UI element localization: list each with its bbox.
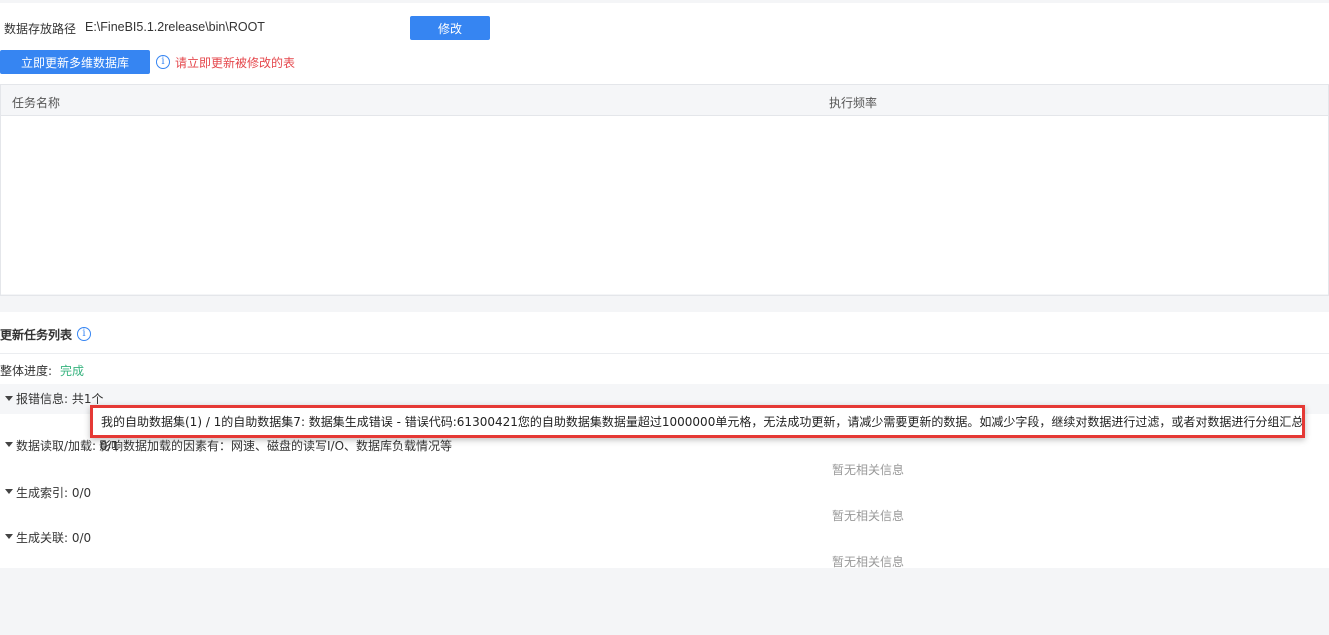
relation-section-label[interactable]: 生成关联: 0/0 [16,529,91,546]
update-cube-button[interactable]: 立即更新多维数据库 [0,50,150,74]
task-table: 任务名称 执行频率 [0,84,1329,296]
caret-down-icon[interactable] [5,442,13,447]
caret-down-icon[interactable] [5,396,13,401]
divider [0,353,1329,354]
task-list-title: 更新任务列表 [0,328,73,342]
update-hint: 请立即更新被修改的表 [175,56,296,70]
read-section-description: 影响数据加载的因素有：网速、磁盘的读写I/O、数据库负载情况等 [99,439,453,453]
column-header-task-name: 任务名称 [12,96,61,110]
info-icon[interactable]: i [77,327,91,341]
modify-button[interactable]: 修改 [410,16,490,40]
progress-status: 完成 [60,364,85,378]
error-tooltip: 我的自助数据集(1) / 1的自助数据集7: 数据集生成错误 - 错误代码:61… [90,405,1305,438]
config-panel: 数据存放路径 E:\FineBI5.1.2release\bin\ROOT 修改… [0,3,1329,296]
error-tooltip-text: 我的自助数据集(1) / 1的自助数据集7: 数据集生成错误 - 错误代码:61… [101,415,1304,429]
table-header: 任务名称 执行频率 [1,85,1328,116]
empty-info: 暂无相关信息 [832,463,905,477]
empty-info: 暂无相关信息 [832,509,905,523]
info-icon[interactable]: i [156,55,170,69]
empty-info: 暂无相关信息 [832,555,905,569]
column-header-frequency: 执行频率 [829,96,878,110]
caret-down-icon[interactable] [5,534,13,539]
path-label: 数据存放路径 [4,22,77,36]
index-section-label[interactable]: 生成索引: 0/0 [16,484,91,501]
path-value: E:\FineBI5.1.2release\bin\ROOT [85,20,265,34]
task-list-panel: 更新任务列表 i 整体进度: 完成 报错信息: 共1个 数据读取/加载: 0/1… [0,312,1329,569]
caret-down-icon[interactable] [5,489,13,494]
progress-label: 整体进度: [0,364,53,378]
